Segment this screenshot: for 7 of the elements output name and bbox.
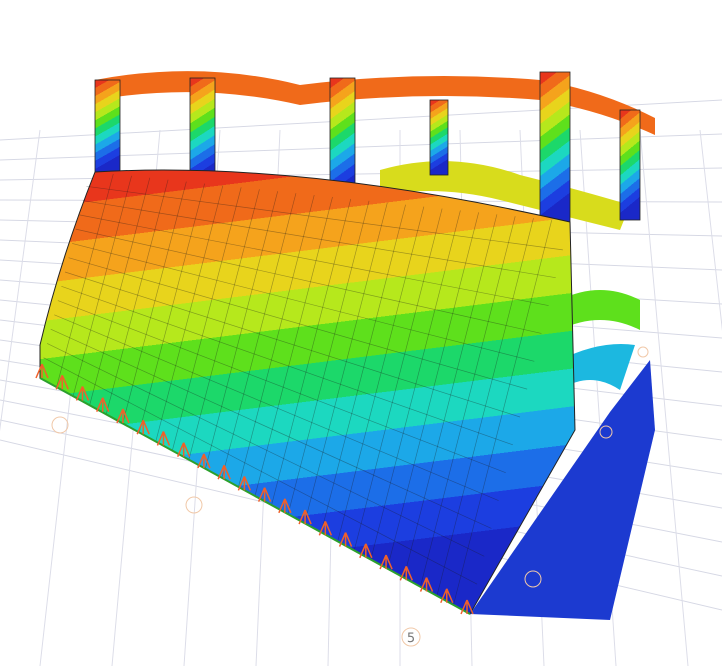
grid-bubble-icon: [186, 496, 202, 514]
grid-label: 5: [406, 631, 416, 646]
grid-bubble-icon: [638, 346, 648, 358]
grid-bubble-icon: [52, 416, 68, 434]
grid-bubble-icon: [402, 628, 420, 646]
grid-bubble-icon: [524, 570, 542, 588]
grid-bubble-icon: [600, 426, 612, 438]
